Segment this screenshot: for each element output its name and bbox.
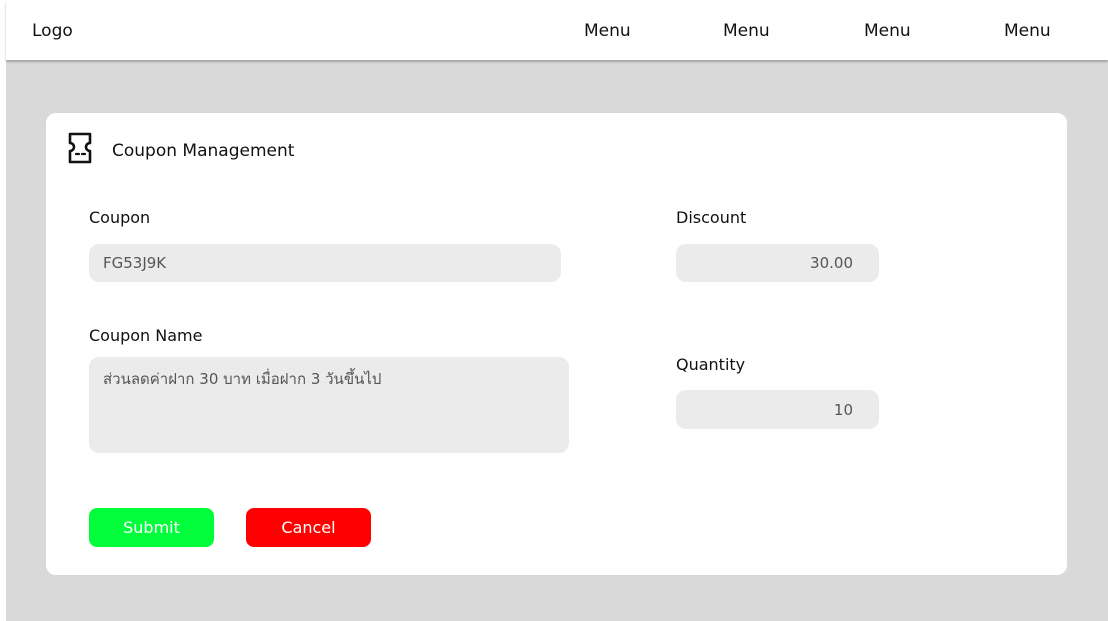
coupon-name-label: Coupon Name bbox=[89, 326, 203, 345]
menu-item-1[interactable]: Menu bbox=[584, 21, 631, 41]
menu-item-3[interactable]: Menu bbox=[864, 21, 911, 41]
coupon-management-card: Coupon Management Coupon Coupon Name ส่ว… bbox=[46, 113, 1067, 575]
quantity-label: Quantity bbox=[676, 355, 746, 374]
card-title: Coupon Management bbox=[112, 141, 295, 161]
coupon-label: Coupon bbox=[89, 208, 151, 227]
menu-item-2[interactable]: Menu bbox=[723, 21, 770, 41]
cancel-button[interactable]: Cancel bbox=[246, 508, 371, 547]
menu-item-4[interactable]: Menu bbox=[1004, 21, 1051, 41]
logo[interactable]: Logo bbox=[32, 21, 73, 41]
coupon-name-textarea[interactable]: ส่วนลดค่าฝาก 30 บาท เมื่อฝาก 3 วันขึ้นไป bbox=[89, 357, 569, 453]
quantity-input[interactable] bbox=[676, 390, 879, 429]
top-navigation-bar: Logo Menu Menu Menu Menu bbox=[6, 0, 1108, 60]
submit-button[interactable]: Submit bbox=[89, 508, 214, 547]
discount-label: Discount bbox=[676, 208, 747, 227]
coupon-input[interactable] bbox=[89, 244, 561, 282]
ticket-icon bbox=[66, 131, 94, 167]
discount-input[interactable] bbox=[676, 244, 879, 282]
